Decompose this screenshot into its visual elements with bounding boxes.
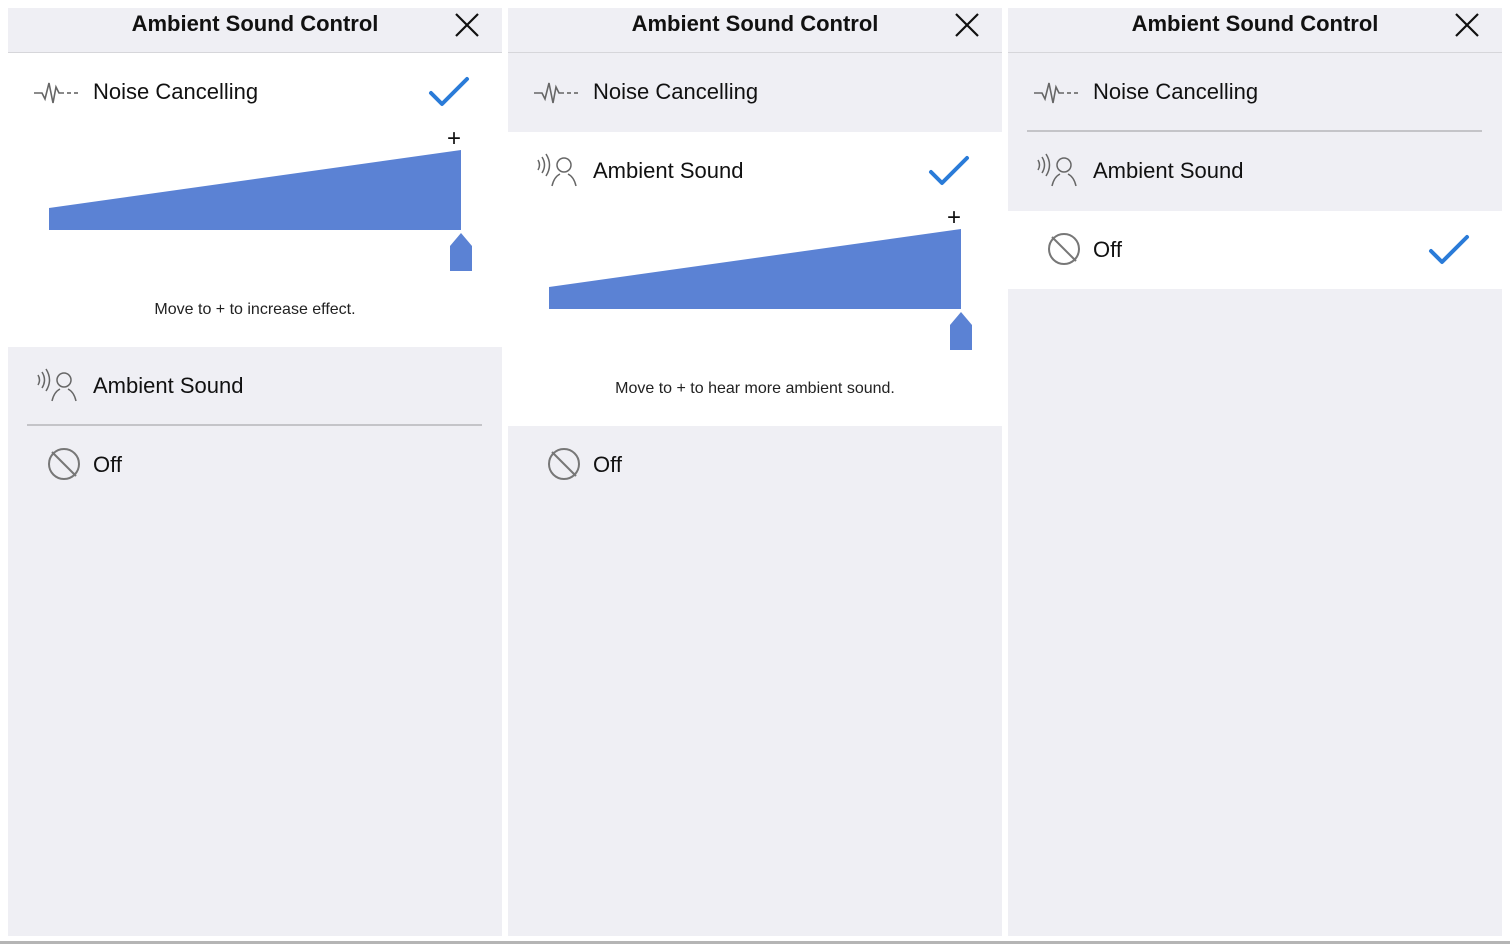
option-row[interactable]: Ambient Sound <box>1008 132 1502 210</box>
header-bar: Ambient Sound Control <box>508 8 1002 53</box>
off-prohibited-icon <box>32 446 82 482</box>
slider-hint: Move to + to increase effect. <box>154 301 356 318</box>
noise-cancelling-waveform-icon <box>532 73 582 109</box>
close-icon <box>954 13 980 42</box>
level-slider[interactable]: + <box>508 210 1002 350</box>
option-off[interactable]: Off <box>8 426 502 504</box>
option-row[interactable]: Noise Cancelling <box>1008 53 1502 131</box>
option-row[interactable]: Ambient Sound <box>508 132 1002 210</box>
ambient-sound-control-screen: Ambient Sound Control Noise Cancelling Amb… <box>1008 8 1502 936</box>
checkmark-icon <box>928 154 970 188</box>
close-icon <box>454 13 480 42</box>
ambient-sound-person-icon <box>1032 152 1082 188</box>
slider-thumb[interactable] <box>450 233 472 271</box>
ambient-sound-control-screen: Ambient Sound Control Noise Cancelling + Mo… <box>8 8 502 936</box>
slider-hint: Move to + to hear more ambient sound. <box>615 380 895 397</box>
off-prohibited-icon <box>1032 231 1082 267</box>
option-label: Noise Cancelling <box>93 79 259 104</box>
ambient-sound-person-icon <box>32 367 82 403</box>
option-row[interactable]: Noise Cancelling <box>508 53 1002 131</box>
noise-cancelling-waveform-icon <box>1032 73 1082 109</box>
page-title: Ambient Sound Control <box>1131 11 1379 36</box>
header-bar: Ambient Sound Control <box>8 8 502 53</box>
ambient-sound-control-screen: Ambient Sound Control Noise Cancelling Amb… <box>508 8 1002 936</box>
option-row[interactable]: Noise Cancelling <box>8 53 502 131</box>
option-noise-cancelling[interactable]: Noise Cancelling <box>508 53 1002 131</box>
option-off[interactable]: Off <box>1008 211 1502 289</box>
ambient-sound-person-icon <box>532 152 582 188</box>
option-row[interactable]: Off <box>8 426 502 504</box>
header-bar: Ambient Sound Control <box>1008 8 1502 53</box>
page-title: Ambient Sound Control <box>631 11 879 36</box>
slider-track-wedge[interactable] <box>549 229 961 309</box>
option-label: Off <box>1093 237 1122 262</box>
option-label: Noise Cancelling <box>593 79 759 104</box>
checkmark-icon <box>1428 233 1470 267</box>
option-ambient-sound[interactable]: Ambient Sound <box>8 347 502 425</box>
option-label: Ambient Sound <box>1093 158 1244 183</box>
option-noise-cancelling[interactable]: Noise Cancelling + Move to + to increase e… <box>8 53 502 347</box>
option-ambient-sound[interactable]: Ambient Sound <box>1008 132 1502 210</box>
option-row[interactable]: Ambient Sound <box>8 347 502 425</box>
option-off[interactable]: Off <box>508 426 1002 504</box>
close-button[interactable] <box>1454 12 1480 38</box>
plus-label: + <box>947 210 961 231</box>
close-button[interactable] <box>954 12 980 38</box>
slider-graphic[interactable]: + <box>8 131 502 271</box>
off-prohibited-icon <box>532 446 582 482</box>
option-label: Ambient Sound <box>593 158 744 183</box>
slider-track-wedge[interactable] <box>49 150 461 230</box>
noise-cancelling-waveform-icon <box>32 73 82 109</box>
option-ambient-sound[interactable]: Ambient Sound + Move to + to hear more amb… <box>508 132 1002 426</box>
close-icon <box>1454 13 1480 42</box>
plus-label: + <box>447 131 461 152</box>
level-slider[interactable]: + <box>8 131 502 271</box>
page-title: Ambient Sound Control <box>131 11 379 36</box>
slider-thumb[interactable] <box>950 312 972 350</box>
option-row[interactable]: Off <box>508 426 1002 504</box>
slider-graphic[interactable]: + <box>508 210 1002 350</box>
option-noise-cancelling[interactable]: Noise Cancelling <box>1008 53 1502 131</box>
option-label: Ambient Sound <box>93 373 244 398</box>
option-label: Noise Cancelling <box>1093 79 1259 104</box>
checkmark-icon <box>428 75 470 109</box>
option-label: Off <box>593 452 622 477</box>
option-row[interactable]: Off <box>1008 211 1502 289</box>
option-label: Off <box>93 452 122 477</box>
close-button[interactable] <box>454 12 480 38</box>
